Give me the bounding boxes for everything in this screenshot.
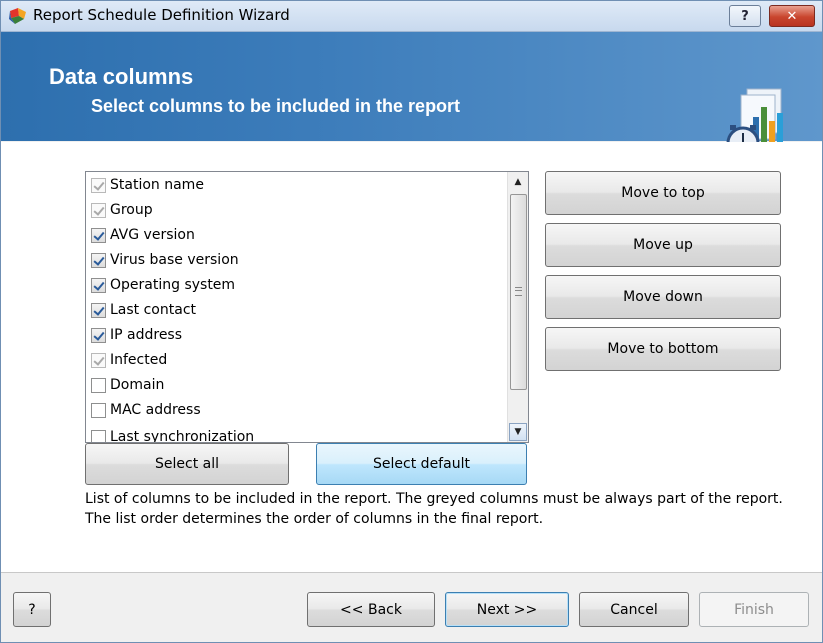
column-label: AVG version bbox=[110, 227, 195, 243]
column-label: Infected bbox=[110, 352, 168, 368]
scroll-up-arrow-icon[interactable]: ▲ bbox=[509, 173, 527, 191]
wizard-window: Report Schedule Definition Wizard ? ✕ Da… bbox=[0, 0, 823, 643]
select-all-label: Select all bbox=[155, 456, 219, 472]
title-bar[interactable]: Report Schedule Definition Wizard ? ✕ bbox=[1, 1, 822, 32]
list-item[interactable]: Operating system bbox=[91, 273, 235, 297]
column-checkbox[interactable] bbox=[91, 252, 106, 268]
column-checkbox bbox=[91, 177, 106, 193]
column-checkbox[interactable] bbox=[91, 227, 106, 243]
move-to-top-button[interactable]: Move to top bbox=[545, 171, 781, 215]
column-label: MAC address bbox=[110, 402, 201, 418]
column-label: Domain bbox=[110, 377, 165, 393]
column-checkbox[interactable] bbox=[91, 277, 106, 293]
grip-icon bbox=[515, 287, 522, 296]
move-up-label: Move up bbox=[633, 237, 693, 253]
next-button[interactable]: Next >> bbox=[445, 592, 569, 627]
select-default-button[interactable]: Select default bbox=[316, 443, 527, 485]
select-default-label: Select default bbox=[373, 456, 470, 472]
column-checkbox[interactable] bbox=[91, 302, 106, 318]
back-button[interactable]: << Back bbox=[307, 592, 435, 627]
finish-label: Finish bbox=[734, 601, 774, 618]
window-title: Report Schedule Definition Wizard bbox=[33, 6, 290, 24]
column-checkbox[interactable] bbox=[91, 402, 106, 418]
list-item[interactable]: Station name bbox=[91, 173, 204, 197]
columns-list[interactable]: Station name Group AVG version Virus bas… bbox=[85, 171, 529, 443]
list-item[interactable]: Last synchronization bbox=[91, 425, 255, 443]
column-label: Operating system bbox=[110, 277, 236, 293]
column-label: IP address bbox=[110, 327, 183, 343]
list-item[interactable]: AVG version bbox=[91, 223, 195, 247]
list-item[interactable]: IP address bbox=[91, 323, 182, 347]
cancel-button[interactable]: Cancel bbox=[579, 592, 689, 627]
column-label: Station name bbox=[110, 177, 204, 193]
move-up-button[interactable]: Move up bbox=[545, 223, 781, 267]
column-checkbox bbox=[91, 352, 106, 368]
list-item[interactable]: MAC address bbox=[91, 398, 201, 422]
close-button[interactable]: ✕ bbox=[769, 5, 815, 27]
column-label: Last synchronization bbox=[110, 429, 255, 443]
help-label: ? bbox=[28, 601, 36, 618]
columns-description: List of columns to be included in the re… bbox=[85, 491, 783, 527]
help-button[interactable]: ? bbox=[13, 592, 51, 627]
back-label: << Back bbox=[340, 601, 402, 618]
list-item[interactable]: Group bbox=[91, 198, 153, 222]
column-label: Group bbox=[110, 202, 153, 218]
page-subtitle: Select columns to be included in the rep… bbox=[91, 96, 461, 116]
header-banner: Data columns Select columns to be includ… bbox=[1, 32, 822, 160]
select-all-button[interactable]: Select all bbox=[85, 443, 289, 485]
move-to-top-label: Move to top bbox=[621, 185, 705, 201]
scroll-down-arrow-icon[interactable]: ▼ bbox=[509, 423, 527, 441]
question-icon: ? bbox=[741, 8, 749, 24]
list-item[interactable]: Last contact bbox=[91, 298, 196, 322]
list-item[interactable]: Domain bbox=[91, 373, 164, 397]
column-checkbox bbox=[91, 202, 106, 218]
column-label: Last contact bbox=[110, 302, 197, 318]
move-down-button[interactable]: Move down bbox=[545, 275, 781, 319]
column-checkbox[interactable] bbox=[91, 377, 106, 393]
list-item[interactable]: Virus base version bbox=[91, 248, 239, 272]
move-to-bottom-button[interactable]: Move to bottom bbox=[545, 327, 781, 371]
move-to-bottom-label: Move to bottom bbox=[607, 341, 719, 357]
avg-app-icon bbox=[9, 8, 26, 24]
finish-button[interactable]: Finish bbox=[699, 592, 809, 627]
column-checkbox[interactable] bbox=[91, 327, 106, 343]
column-checkbox[interactable] bbox=[91, 429, 106, 442]
cancel-label: Cancel bbox=[610, 601, 658, 618]
page-title: Data columns bbox=[49, 64, 194, 89]
list-item[interactable]: Infected bbox=[91, 348, 167, 372]
column-label: Virus base version bbox=[110, 252, 239, 268]
close-icon: ✕ bbox=[786, 8, 798, 24]
move-down-label: Move down bbox=[623, 289, 703, 305]
list-scrollbar[interactable]: ▲ ▼ bbox=[507, 172, 528, 442]
scroll-thumb[interactable] bbox=[510, 194, 527, 390]
next-label: Next >> bbox=[476, 601, 538, 618]
title-help-button[interactable]: ? bbox=[729, 5, 761, 27]
